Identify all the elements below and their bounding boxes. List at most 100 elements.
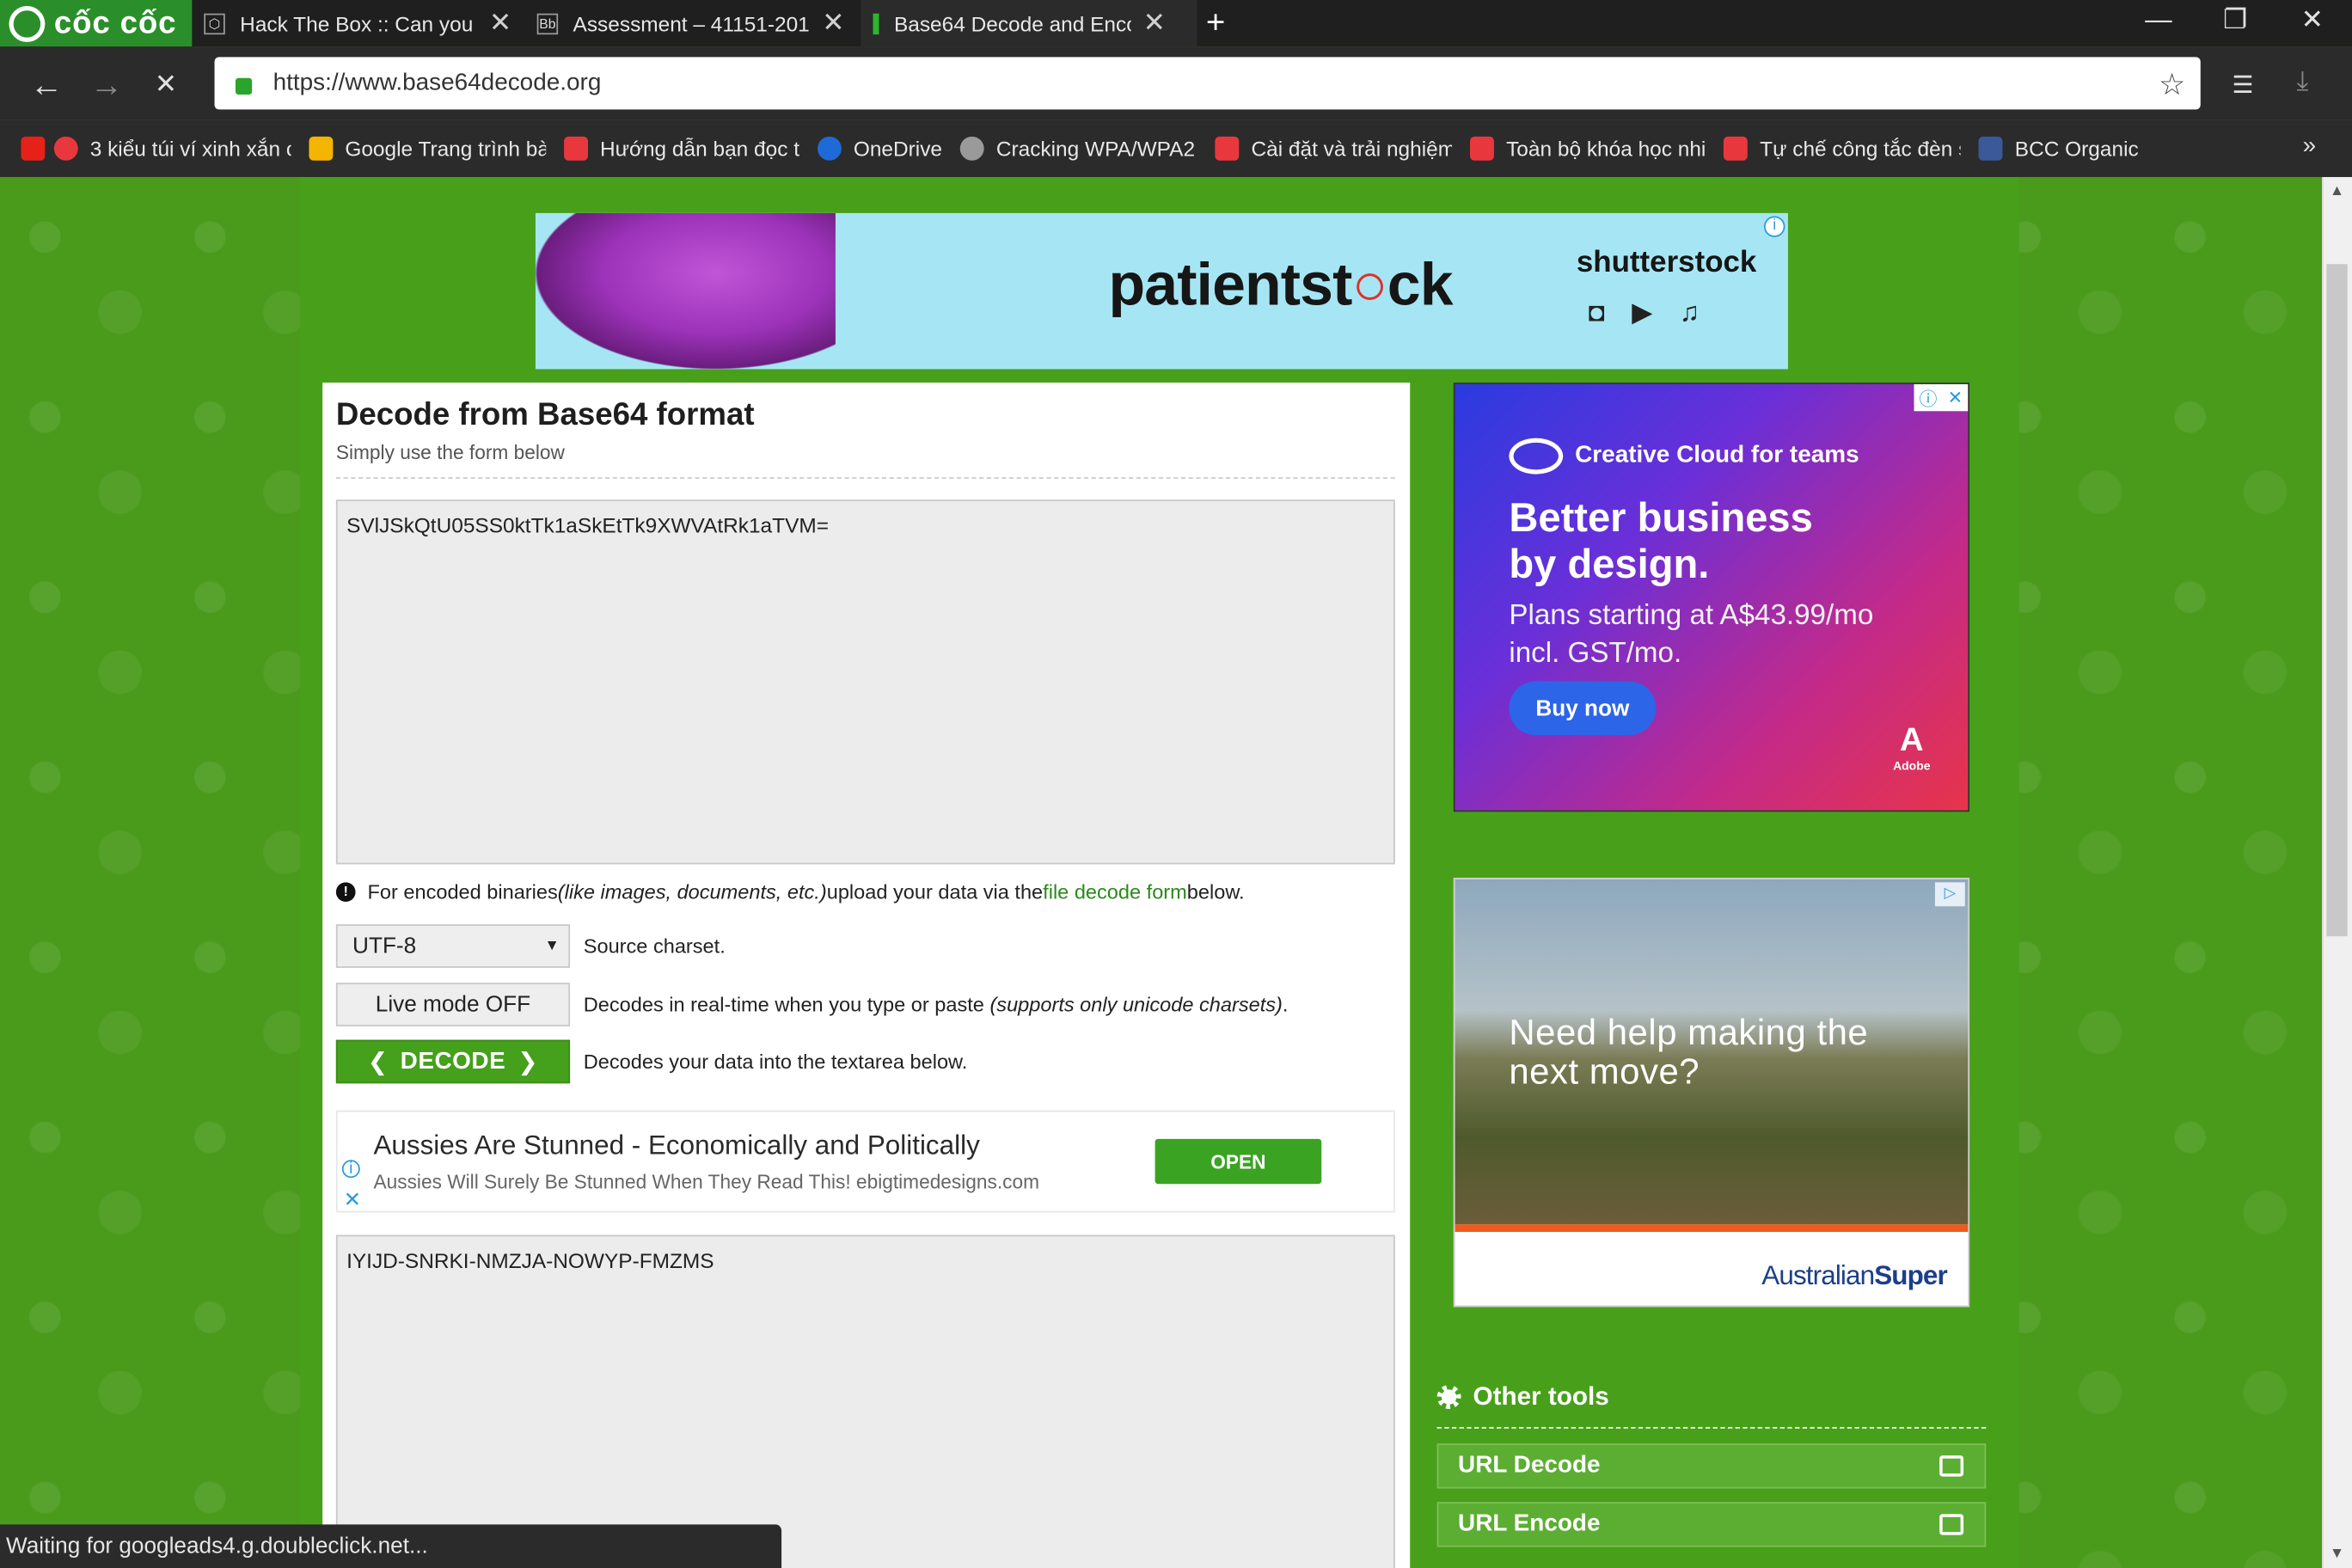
minimize-icon[interactable]: —: [2145, 4, 2171, 36]
page-scrollbar[interactable]: ▲ ▼: [2322, 176, 2352, 1568]
close-icon[interactable]: ✕: [822, 8, 844, 40]
ad-headline: Better business by design.: [1509, 495, 1813, 587]
ad-description: Aussies Will Surely Be Stunned When They…: [373, 1170, 1040, 1193]
bookmark-star-icon[interactable]: ☆: [2159, 66, 2185, 104]
back-icon[interactable]: ←: [30, 66, 63, 105]
bookmark-label: Cracking WPA/WPA2 l: [995, 136, 1197, 161]
window-close-icon[interactable]: ✕: [2301, 4, 2324, 36]
scroll-down-icon[interactable]: ▼: [2330, 1546, 2344, 1562]
coccoc-logo-icon: [9, 5, 46, 42]
scroll-up-icon[interactable]: ▲: [2330, 183, 2344, 199]
decoded-output-textarea[interactable]: IYIJD-SNRKI-NMZJA-NOWYP-FMZMS: [335, 1234, 1395, 1568]
ad-open-button[interactable]: OPEN: [1155, 1138, 1322, 1185]
extensions-icon[interactable]: ☰: [2232, 70, 2253, 101]
url-text[interactable]: https://www.base64decode.org: [273, 70, 602, 96]
tab-hackthebox[interactable]: ⬡ Hack The Box :: Can you h ✕: [192, 0, 524, 46]
gk-icon: [1470, 136, 1495, 161]
close-icon[interactable]: ✕: [489, 8, 511, 40]
bookmark-item[interactable]: OneDrive: [817, 136, 943, 161]
ad-controls[interactable]: ⓘ ✕: [1914, 383, 1969, 412]
ad-info-icon[interactable]: i: [341, 1160, 360, 1179]
open-envelope-icon: [1939, 1455, 1964, 1477]
media-icons: ◘▶♫: [1588, 297, 1727, 328]
australiansuper-ad[interactable]: Need help making the next move? Australia…: [1453, 878, 1970, 1308]
browser-brand[interactable]: cốc cốc: [0, 0, 193, 47]
scroll-thumb[interactable]: [2326, 264, 2348, 937]
live-mode-toggle[interactable]: Live mode OFF: [335, 983, 571, 1026]
tab-base64[interactable]: Base64 Decode and Encod ✕: [861, 0, 1197, 47]
status-bar: Waiting for googleads4.g.doubleclick.net…: [0, 1524, 782, 1568]
lock-icon: [235, 77, 253, 95]
tab-label: Base64 Decode and Encod: [893, 11, 1131, 36]
bookmark-item[interactable]: Toàn bộ khóa học nhi: [1470, 136, 1706, 161]
bookmark-item[interactable]: 3 kiểu túi ví xinh xắn c: [21, 136, 291, 161]
ad-brand: patientst○ck: [1108, 252, 1453, 319]
bookmark-label: Tự chế công tắc đèn s: [1760, 136, 1961, 161]
google-slides-icon: [309, 136, 334, 161]
base64-icon: [873, 12, 879, 34]
tab-assessment[interactable]: Bb Assessment – 41151-2019 ✕: [525, 0, 858, 46]
info-icon: !: [335, 882, 356, 903]
new-tab-button[interactable]: +: [1206, 3, 1225, 41]
tab-label: Hack The Box :: Can you h: [240, 11, 477, 36]
inline-ad[interactable]: Aussies Are Stunned - Economically and P…: [335, 1110, 1395, 1213]
hackthebox-icon: ⬡: [204, 12, 225, 34]
close-icon[interactable]: ✕: [1143, 8, 1166, 40]
chevron-left-icon: ❮: [367, 1049, 389, 1075]
top-banner-ad[interactable]: patientst○ck shutterstock ◘▶♫ i: [535, 212, 1788, 370]
ad-info-icon[interactable]: ⓘ: [1920, 385, 1938, 411]
bookmark-item[interactable]: Cài đặt và trải nghiệm: [1215, 136, 1453, 161]
page-title: Decode from Base64 format: [335, 397, 755, 432]
download-icon[interactable]: ⤓: [2296, 66, 2308, 98]
tool-url-encode[interactable]: URL Encode: [1436, 1502, 1987, 1547]
bookmark-item[interactable]: BCC Organic: [1978, 136, 2139, 161]
bookmark-label: 3 kiểu túi ví xinh xắn c: [89, 136, 291, 161]
facebook-icon: [1978, 136, 2003, 161]
url-bar[interactable]: https://www.base64decode.org ☆: [214, 57, 2201, 110]
bookmark-item[interactable]: Cracking WPA/WPA2 l: [959, 136, 1197, 161]
lizard-image: [535, 212, 836, 370]
page-content: patientst○ck shutterstock ◘▶♫ i Decode f…: [0, 176, 2323, 1568]
gear-icon: [1436, 1385, 1461, 1410]
bookmark-item[interactable]: Hướng dẫn bạn đọc t: [564, 136, 799, 161]
bookmark-item[interactable]: Google Trang trình bà: [309, 136, 547, 161]
dropdown-arrow-icon: ▼: [544, 937, 560, 955]
buy-now-button[interactable]: Buy now: [1509, 681, 1657, 736]
brand-label: cốc cốc: [53, 5, 177, 40]
blackboard-icon: Bb: [536, 12, 559, 34]
bookmark-label: Google Trang trình bà: [345, 136, 547, 161]
adchoices-icon[interactable]: ▷: [1934, 882, 1965, 907]
bookmark-label: OneDrive: [853, 136, 943, 161]
youtube-icon: [21, 136, 46, 161]
tool-url-decode[interactable]: URL Decode: [1436, 1443, 1987, 1489]
adobe-ad[interactable]: Creative Cloud for teams Better business…: [1453, 383, 1970, 812]
charset-description: Source charset.: [583, 934, 726, 958]
bookmarks-overflow-icon[interactable]: »: [2303, 133, 2317, 160]
charset-select[interactable]: UTF-8 ▼: [335, 924, 571, 968]
envelope-icon: [1939, 1514, 1964, 1535]
onedrive-icon: [817, 136, 842, 161]
ad-close-icon[interactable]: ✕: [344, 1187, 361, 1213]
decode-button[interactable]: ❮ DECODE ❯: [335, 1039, 571, 1084]
bookmark-label: Toàn bộ khóa học nhi: [1506, 136, 1706, 161]
bookmarks-bar: 3 kiểu túi ví xinh xắn c Google Trang tr…: [0, 119, 2352, 177]
ad-headline: Need help making the next move?: [1509, 1013, 1869, 1093]
gk-icon: [1215, 136, 1240, 161]
charset-row: UTF-8 ▼ Source charset.: [335, 924, 726, 968]
base64-input-textarea[interactable]: SVlJSkQtU05SS0ktTk1aSkEtTk9XWVAtRk1aTVM=: [335, 499, 1395, 865]
restore-icon[interactable]: ❐: [2223, 4, 2247, 36]
ad-info-icon[interactable]: i: [1764, 216, 1785, 237]
bookmark-label: Cài đặt và trải nghiệm: [1251, 136, 1453, 161]
accent-stripe: [1455, 1224, 1969, 1233]
address-bar-row: ← → ✕ https://www.base64decode.org ☆ ☰ ⤓: [0, 46, 2352, 120]
tab-label: Assessment – 41151-2019: [573, 11, 811, 36]
australiansuper-logo: AustralianSuper: [1761, 1260, 1947, 1291]
forward-icon[interactable]: →: [90, 66, 123, 105]
bookmark-item[interactable]: Tự chế công tắc đèn s: [1724, 136, 1961, 161]
ad-headline[interactable]: Aussies Are Stunned - Economically and P…: [373, 1130, 979, 1161]
stop-loading-icon[interactable]: ✕: [155, 69, 177, 101]
ad-close-icon[interactable]: ✕: [1948, 387, 1963, 407]
binary-upload-note: ! For encoded binaries (like images, doc…: [335, 881, 1245, 903]
adobe-logo: A Adobe: [1893, 720, 1931, 773]
file-decode-link[interactable]: file decode form: [1043, 881, 1187, 903]
